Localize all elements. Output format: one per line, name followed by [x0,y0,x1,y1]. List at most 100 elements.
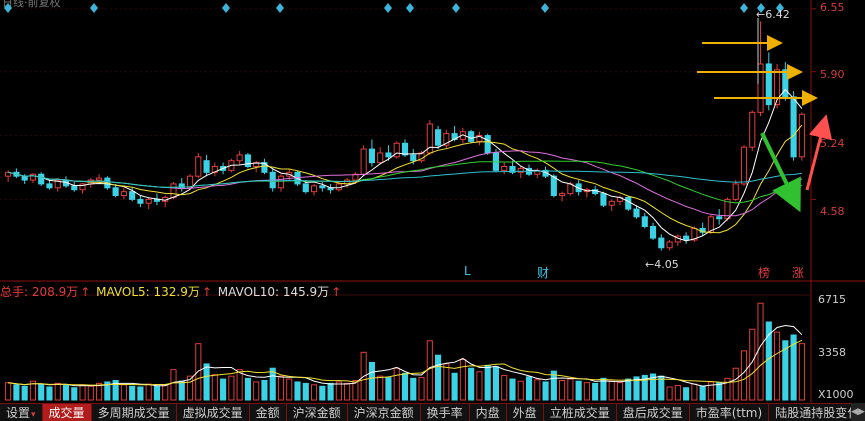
mavol10-label: MAVOL10: 145.9万 [217,285,330,299]
volume-bar [410,377,417,401]
volume-bar [509,378,516,401]
tab-label: 金额 [255,406,280,420]
tab-label: 立桩成交量 [549,406,610,420]
volume-bar [435,354,442,401]
tab-7[interactable]: 换手率 [421,404,470,421]
event-diamond-icon [541,3,549,13]
candle-body [683,235,690,241]
up-arrow-icon: ↑ [331,285,342,299]
event-diamond-icon [740,3,748,13]
volume-bar [484,364,491,401]
volume-bar [228,375,235,401]
volume-bar [120,384,127,401]
volume-bar [294,381,301,401]
event-marker-ranking[interactable]: 榜 [758,264,770,281]
volume-bar [534,379,541,401]
mavol5-label: MAVOL5: 132.9万 [96,285,200,299]
tab-4[interactable]: 金额 [250,404,287,421]
moving-average-lines [7,88,803,242]
volume-bar [443,363,450,401]
candle-body [600,193,607,206]
candle-body [410,154,417,162]
volume-tick-label: 6715 [818,293,846,306]
candle-body [170,183,177,198]
tab-10[interactable]: 立桩成交量 [544,404,617,421]
tab-scroll-icon[interactable]: ◀▶ [851,403,865,421]
volume-bar [674,385,681,401]
volume-bar [277,375,285,401]
candle-body [633,208,640,218]
tab-0[interactable]: 设置▾ [0,404,43,421]
volume-bar [740,350,748,401]
tab-12[interactable]: 市盈率(ttm) [690,404,770,421]
event-marker-l[interactable]: L [464,264,471,278]
volume-bar [476,371,483,401]
volume-bar [310,384,318,401]
volume-bar [319,385,326,401]
candle-body [38,173,45,185]
tab-11[interactable]: 盘后成交量 [617,404,690,421]
volume-bar [71,387,78,401]
volume-bar [269,367,276,401]
volume-bar [335,381,342,401]
candle-body [649,225,657,239]
volume-bar [13,384,20,401]
volume-bar [137,386,144,401]
ma30-line [7,160,803,204]
volume-legend: 总手: 208.9万 ↑ MAVOL5: 132.9万 ↑ MAVOL10: 145… [0,283,343,300]
event-marker-finance[interactable]: 财 [537,264,549,281]
price-tick-label: 5.24 [820,137,845,150]
volume-bar [699,385,706,401]
volume-bar [220,378,227,401]
volume-bar [377,375,384,401]
event-marker-limit-up[interactable]: 涨 [792,264,804,281]
volume-bar [401,372,409,401]
volume-bar [583,382,590,401]
tab-9[interactable]: 外盘 [507,404,544,421]
volume-bar [368,361,375,401]
volume-bar [327,382,334,401]
candle-body [96,177,103,181]
event-diamond-icon [4,3,12,13]
volume-bar [517,380,524,401]
tab-5[interactable]: 沪深金额 [287,404,348,421]
price-tick-label: 6.55 [820,1,845,14]
tab-label: 设置 [6,406,31,420]
volume-tick-label: 3358 [818,346,846,359]
candle-body [203,160,210,173]
candle-body [310,185,318,193]
candle-body [749,111,756,148]
tab-6[interactable]: 沪深京金额 [348,404,421,421]
tab-label: 多周期成交量 [97,406,170,420]
kline-chart[interactable] [0,0,865,403]
volume-bar [87,385,94,401]
indicator-tab-bar: 设置▾ 成交量 多周期成交量 虚拟成交量 金额 沪深金额 沪深京金额 换手率 内盘 外盘 立桩成交量… [0,403,865,421]
candle-body [244,154,251,168]
candle-body [559,193,566,197]
volume-bar [732,367,739,401]
volume-bar [616,382,624,401]
tab-2[interactable]: 多周期成交量 [92,404,177,421]
candle-body [236,154,243,162]
volume-bar [567,378,574,401]
volume-bar [211,374,218,401]
tab-8[interactable]: 内盘 [470,404,507,421]
stock-chart-window: 日线·前复权 6.55 5.90 5.24 4.58 6715 3358 X10… [0,0,865,421]
price-tick-label: 5.90 [820,68,845,81]
annotation-overlays [4,3,833,213]
dropdown-arrow-icon: ▾ [31,410,36,420]
volume-bar [542,381,549,401]
tab-label: 外盘 [512,406,537,420]
ma60-line [7,170,802,188]
total-volume-label: 总手: 208.9万 [0,285,79,299]
tab-1[interactable]: 成交量 [42,404,92,421]
volume-bar [62,385,70,401]
volume-bar [385,377,392,401]
volume-bar [773,331,781,401]
tab-3[interactable]: 虚拟成交量 [177,404,250,421]
volume-bar [178,380,185,401]
volume-bar [38,383,45,401]
volume-bar [683,387,690,401]
volume-bar [54,382,61,401]
volume-bar [244,377,251,401]
